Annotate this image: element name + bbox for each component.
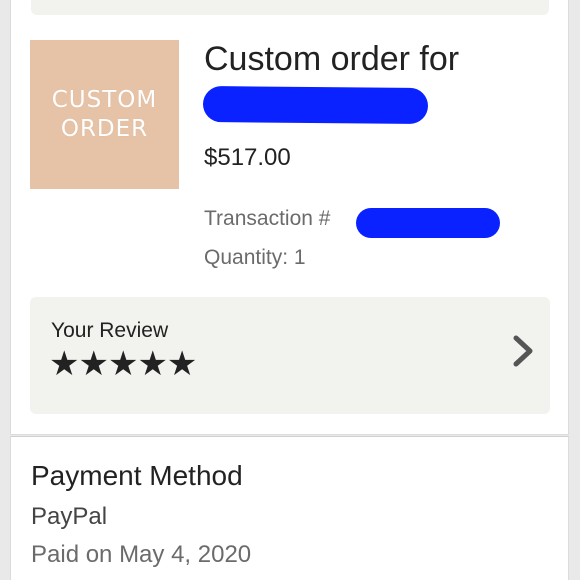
payment-method-card: Payment Method PayPal Paid on May 4, 202…: [10, 436, 569, 580]
payment-method-title: Payment Method: [31, 460, 243, 491]
item-price: $517.00: [204, 144, 291, 171]
transaction-number: Transaction #: [204, 207, 331, 230]
chevron-right-icon[interactable]: [510, 334, 536, 368]
payment-method-value: PayPal: [31, 503, 108, 530]
item-quantity: Quantity: 1: [204, 246, 306, 269]
order-item-card: CUSTOM ORDER Custom order for $517.00 Tr…: [10, 0, 569, 435]
thumbnail-text-line-2: ORDER: [60, 115, 149, 142]
your-review-panel[interactable]: Your Review ★★★★★: [30, 297, 550, 414]
review-label: Your Review: [51, 319, 169, 342]
previous-section-strip: [31, 0, 549, 15]
redaction-mark-transaction: [356, 208, 500, 238]
star-rating: ★★★★★: [49, 345, 197, 383]
item-thumbnail[interactable]: CUSTOM ORDER: [30, 40, 179, 189]
thumbnail-text-line-1: CUSTOM: [51, 86, 158, 113]
payment-date: Paid on May 4, 2020: [31, 541, 252, 568]
redaction-mark-title: [202, 86, 429, 124]
item-title[interactable]: Custom order for: [204, 39, 544, 79]
